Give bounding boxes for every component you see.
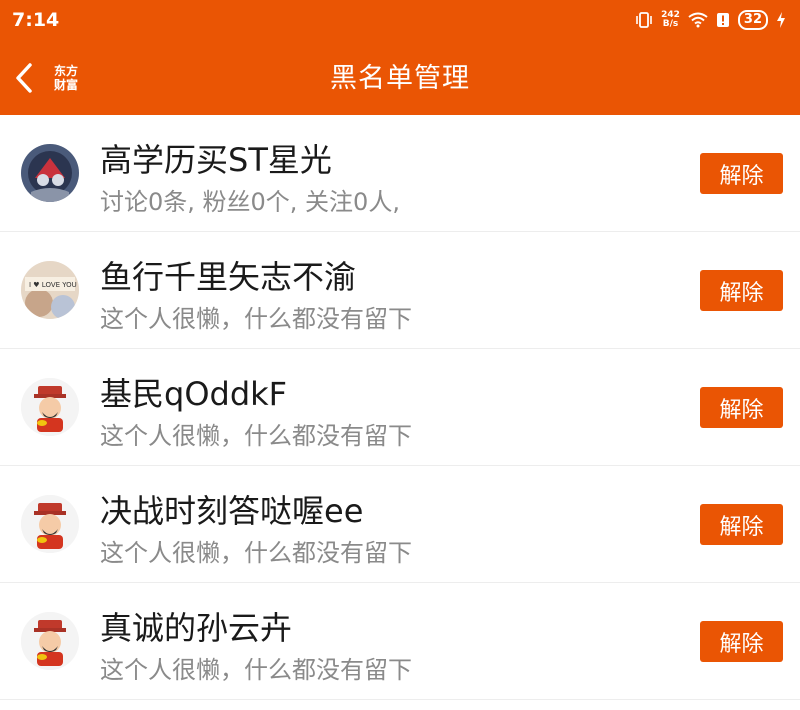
status-bar: 7:14 242 B/s 32 bbox=[0, 0, 800, 42]
status-icons: 242 B/s 32 bbox=[635, 9, 786, 31]
unblock-button[interactable]: 解除 bbox=[700, 387, 783, 428]
spiderman-avatar-icon bbox=[21, 144, 79, 202]
user-name: 真诚的孙云卉 bbox=[100, 609, 293, 647]
list-item: I ♥ LOVE YOU 鱼行千里矢志不渝 这个人很懒，什么都没有留下 解除 bbox=[0, 232, 800, 349]
avatar bbox=[21, 144, 79, 202]
page-title: 黑名单管理 bbox=[330, 63, 470, 94]
blacklist: 高学历买ST星光 讨论0条, 粉丝0个, 关注0人, 解除 I ♥ LOVE Y… bbox=[0, 115, 800, 700]
app-header: 东方 财富 黑名单管理 bbox=[0, 42, 800, 115]
user-description: 这个人很懒，什么都没有留下 bbox=[100, 656, 412, 684]
list-item: 基民qOddkF 这个人很懒，什么都没有留下 解除 bbox=[0, 349, 800, 466]
avatar: I ♥ LOVE YOU bbox=[21, 261, 79, 319]
unblock-button[interactable]: 解除 bbox=[700, 270, 783, 311]
charging-icon bbox=[777, 12, 785, 28]
avatar bbox=[21, 378, 79, 436]
list-item: 决战时刻答哒喔ee 这个人很懒，什么都没有留下 解除 bbox=[0, 466, 800, 583]
alert-icon bbox=[716, 13, 729, 27]
user-name: 鱼行千里矢志不渝 bbox=[100, 258, 357, 296]
i-love-you-avatar-icon: I ♥ LOVE YOU bbox=[21, 261, 79, 319]
fortune-god-avatar-icon bbox=[21, 378, 79, 436]
avatar bbox=[21, 612, 79, 670]
user-description: 讨论0条, 粉丝0个, 关注0人, bbox=[100, 188, 400, 216]
user-name: 基民qOddkF bbox=[100, 375, 288, 413]
svg-text:I ♥ LOVE YOU: I ♥ LOVE YOU bbox=[29, 281, 77, 289]
user-name: 高学历买ST星光 bbox=[100, 141, 332, 179]
wifi-icon bbox=[688, 12, 708, 28]
unblock-button[interactable]: 解除 bbox=[700, 153, 783, 194]
user-description: 这个人很懒，什么都没有留下 bbox=[100, 539, 412, 567]
user-description: 这个人很懒，什么都没有留下 bbox=[100, 422, 412, 450]
battery-level: 32 bbox=[737, 10, 768, 30]
avatar bbox=[21, 495, 79, 553]
list-item: 真诚的孙云卉 这个人很懒，什么都没有留下 解除 bbox=[0, 583, 800, 700]
fortune-god-avatar-icon bbox=[21, 495, 79, 553]
vibrate-icon bbox=[636, 12, 652, 28]
unblock-button[interactable]: 解除 bbox=[700, 621, 783, 662]
status-time: 7:14 bbox=[12, 9, 60, 31]
fortune-god-avatar-icon bbox=[21, 612, 79, 670]
user-name: 决战时刻答哒喔ee bbox=[100, 492, 364, 530]
unblock-button[interactable]: 解除 bbox=[700, 504, 783, 545]
list-item: 高学历买ST星光 讨论0条, 粉丝0个, 关注0人, 解除 bbox=[0, 115, 800, 232]
net-speed: 242 B/s bbox=[661, 10, 680, 29]
user-description: 这个人很懒，什么都没有留下 bbox=[100, 305, 412, 333]
